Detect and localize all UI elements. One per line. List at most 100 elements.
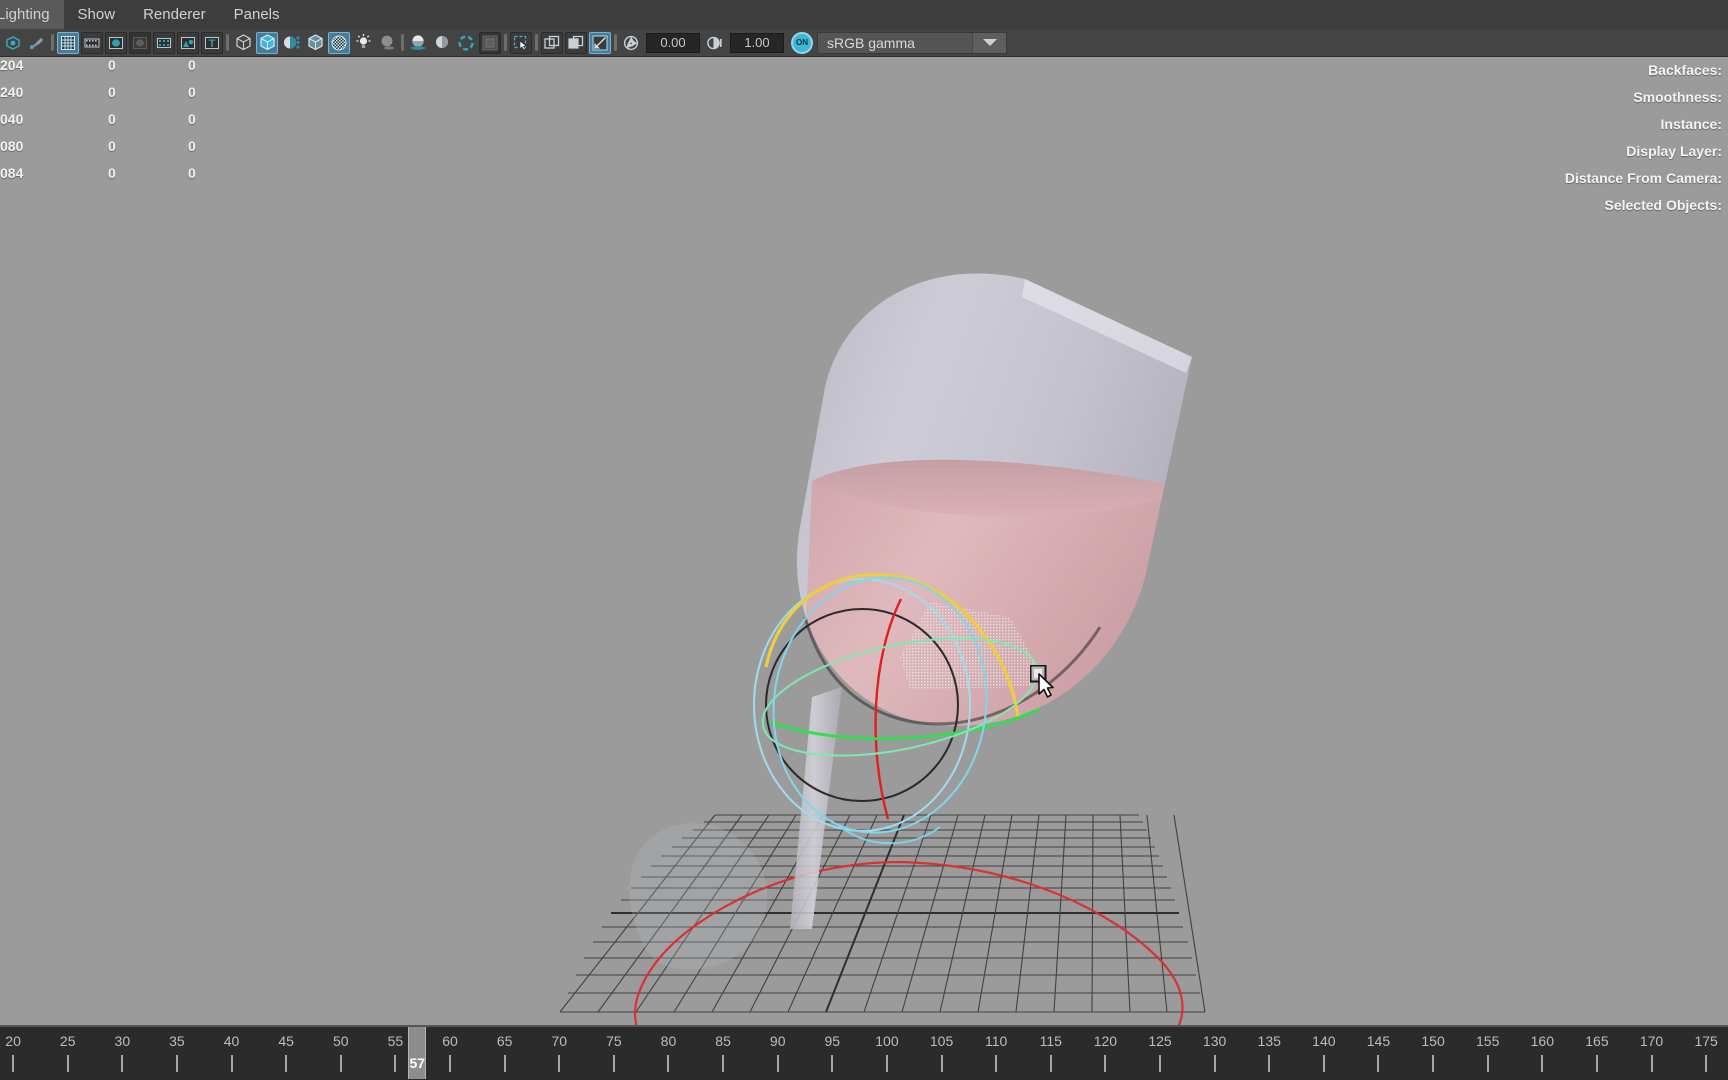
menu-renderer[interactable]: Renderer (129, 0, 220, 29)
timeline-tick-label: 35 (169, 1033, 185, 1049)
timeline-tick-mark (1322, 1055, 1325, 1072)
menu-lighting[interactable]: Lighting (0, 0, 64, 29)
timeline-tick-label: 75 (606, 1033, 622, 1049)
timeline-tick-mark (1049, 1055, 1052, 1072)
timeline-tick-mark (940, 1055, 943, 1072)
hud-row: 084 0 0 (0, 165, 260, 192)
hud-cell: 0 (108, 111, 116, 127)
timeline-tick-label: 150 (1421, 1033, 1445, 1049)
resolution-gate-icon[interactable] (105, 31, 127, 54)
screen-space-ao-icon[interactable] (407, 32, 429, 54)
shade-options-icon[interactable] (280, 32, 302, 54)
grid-display-icon[interactable] (57, 31, 79, 54)
text-hud-icon[interactable]: T (201, 31, 223, 54)
timeline-tick-label: 50 (332, 1033, 349, 1049)
timeline-tick-mark (121, 1055, 124, 1072)
hud-cell: 0 (108, 165, 116, 181)
timeline-tick-label: 65 (496, 1033, 513, 1049)
timeline-tick-mark (1486, 1055, 1489, 1072)
hud-label-selected-objects: Selected Objects: (1604, 197, 1723, 213)
chevron-down-icon[interactable] (972, 32, 1006, 53)
timeline-tick-mark (1541, 1055, 1544, 1072)
timeline-tick-label: 145 (1366, 1033, 1391, 1049)
timeline-tick-label: 125 (1148, 1033, 1172, 1049)
select-camera-icon[interactable] (2, 32, 24, 54)
hud-cell: 0 (108, 138, 116, 154)
timeline-tick-mark (558, 1055, 561, 1072)
hud-cell: 0 (188, 165, 196, 181)
hud-cell: 0 (108, 57, 116, 73)
timeline-tick-mark (503, 1055, 506, 1072)
time-slider[interactable]: 20 25 30 35 40 45 50 55 60 65 70 75 80 85 90 95 100 105 11… (0, 1025, 1728, 1080)
hud-label-backfaces: Backfaces: (1648, 62, 1722, 78)
timeline-tick-label: 105 (929, 1033, 954, 1049)
timeline-tick-label: 170 (1639, 1033, 1664, 1049)
timeline-tick-label: 80 (660, 1033, 677, 1049)
view-transform-label: sRGB gamma (827, 34, 915, 51)
timeline-tick-label: 140 (1312, 1033, 1336, 1049)
exposure-aperture-icon[interactable] (620, 32, 642, 54)
menu-show[interactable]: Show (64, 0, 130, 29)
timeline-tick-label: 25 (59, 1033, 76, 1049)
timeline-tick-label: 70 (551, 1033, 568, 1049)
timeline-tick-mark (722, 1055, 725, 1072)
xray-mode-icon[interactable] (541, 31, 563, 54)
depth-of-field-icon[interactable] (479, 31, 501, 54)
image-plane-icon[interactable] (177, 31, 199, 54)
timeline-tick-mark (1595, 1055, 1598, 1072)
smooth-shade-all-icon[interactable] (256, 31, 278, 54)
menu-panels[interactable]: Panels (220, 0, 294, 29)
timeline-tick-label: 85 (715, 1033, 731, 1049)
timeline-tick-mark (1432, 1055, 1435, 1072)
texture-display-icon[interactable] (328, 31, 350, 54)
timeline-tick-mark (339, 1055, 342, 1072)
hud-label-display-layer: Display Layer: (1626, 143, 1722, 159)
view-transform-toggle[interactable]: ON (791, 31, 813, 54)
hud-cell: 084 (0, 165, 24, 181)
gate-mask-icon[interactable] (129, 31, 151, 54)
wireframe-on-shaded-icon[interactable] (304, 32, 326, 54)
timeline-tick-label: 95 (824, 1033, 841, 1049)
hud-row: 080 0 0 (0, 138, 260, 165)
hud-cell: 0 (188, 111, 196, 127)
hud-cell: 240 (0, 84, 24, 100)
viewport-3d[interactable]: 204 0 0 240 0 0 040 0 0 080 0 0 084 0 0 … (0, 57, 1728, 1025)
toolbar-separator (502, 33, 509, 53)
timeline-tick-label: 55 (387, 1033, 404, 1049)
motion-blur-icon[interactable] (431, 32, 453, 54)
hud-row: 040 0 0 (0, 111, 260, 138)
hud-label-smoothness: Smoothness: (1633, 89, 1722, 105)
gamma-icon[interactable] (704, 32, 726, 54)
timeline-tick-mark (285, 1055, 288, 1072)
svg-text:T: T (209, 38, 216, 50)
hud-cell: 0 (188, 138, 196, 154)
gamma-value-field[interactable]: 1.00 (730, 32, 784, 53)
maya-viewport-window: Lighting Show Renderer Panels T 0.00 1.0… (0, 0, 1728, 1080)
bookmark-camera-icon[interactable] (26, 32, 48, 54)
toolbar-separator (612, 33, 619, 53)
timeline-tick-mark (885, 1055, 888, 1072)
timeline-tick-mark (776, 1055, 779, 1072)
wireframe-shading-icon[interactable] (232, 32, 254, 54)
timeline-tick-label: 110 (984, 1033, 1008, 1049)
multisample-aa-icon[interactable] (455, 32, 477, 54)
use-all-lights-icon[interactable] (352, 32, 374, 54)
view-transform-dropdown[interactable]: sRGB gamma (817, 31, 1007, 54)
film-origin-icon[interactable] (153, 31, 175, 54)
viewport-toolbar: T 0.00 1.00 ON sRGB gamma (0, 29, 1728, 57)
hud-left-stats: 204 0 0 240 0 0 040 0 0 080 0 0 084 0 0 (0, 57, 260, 192)
hud-cell: 0 (188, 84, 196, 100)
timeline-tick-label: 135 (1257, 1033, 1281, 1049)
timeline-tick-label: 60 (442, 1033, 458, 1049)
mouse-cursor (1029, 664, 1056, 698)
timeline-tick-label: 130 (1202, 1033, 1227, 1049)
exposure-value-field[interactable]: 0.00 (646, 32, 700, 53)
isolate-select-icon[interactable] (510, 31, 532, 54)
shadows-icon[interactable] (376, 32, 398, 54)
timeline-tick-mark (449, 1055, 452, 1072)
hud-label-instance: Instance: (1660, 116, 1722, 132)
xray-joints-icon[interactable] (565, 31, 587, 54)
exposure-gamma-icon[interactable] (589, 31, 611, 54)
timeline-playhead[interactable] (408, 1027, 427, 1079)
film-gate-icon[interactable] (81, 31, 103, 54)
